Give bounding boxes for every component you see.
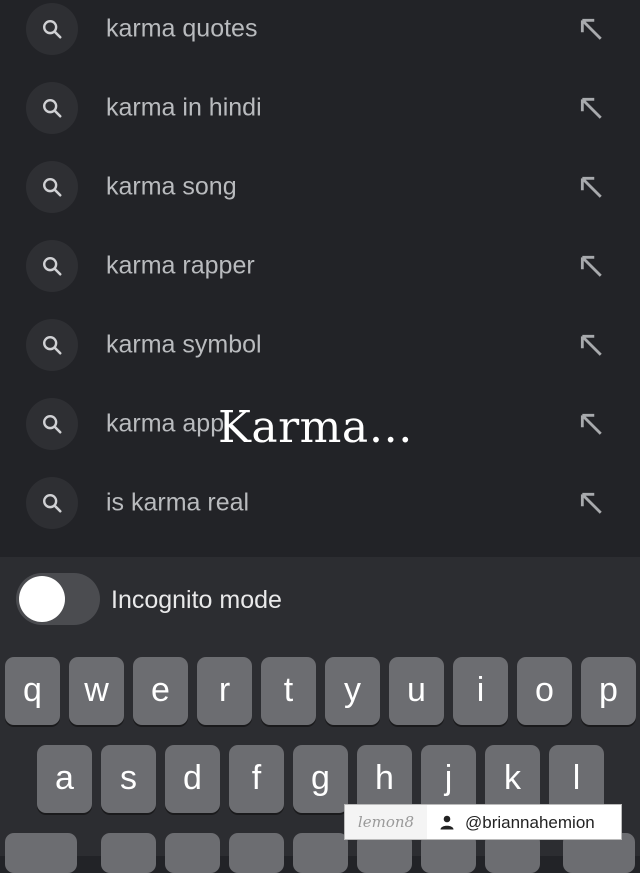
search-icon: [26, 2, 78, 55]
key-l[interactable]: l: [549, 745, 604, 813]
user-icon: [440, 815, 454, 830]
key-i[interactable]: i: [453, 657, 508, 725]
watermark-handle: @briannahemion: [465, 813, 595, 832]
suggestion-text: karma song: [106, 172, 237, 200]
key-e[interactable]: e: [133, 657, 188, 725]
key-v[interactable]: [293, 833, 348, 873]
search-icon: [26, 81, 78, 134]
suggestion-text: karma quotes: [106, 14, 258, 42]
key-x[interactable]: [165, 833, 220, 873]
arrow-up-left-icon[interactable]: [578, 174, 604, 200]
toggle-knob: [19, 576, 65, 622]
suggestion-text: is karma real: [106, 488, 250, 516]
key-h[interactable]: h: [357, 745, 412, 813]
search-icon: [26, 239, 78, 292]
search-icon: [26, 397, 78, 450]
key-w[interactable]: w: [69, 657, 124, 725]
arrow-up-left-icon[interactable]: [578, 95, 604, 121]
incognito-label: Incognito mode: [111, 586, 282, 614]
suggestion-text: karma symbol: [106, 330, 262, 358]
key-g[interactable]: g: [293, 745, 348, 813]
suggestion-row[interactable]: karma quotes: [0, 0, 640, 68]
arrow-up-left-icon[interactable]: [578, 253, 604, 279]
suggestion-text: karma in hindi: [106, 93, 262, 121]
key-a[interactable]: a: [37, 745, 92, 813]
key-j[interactable]: j: [421, 745, 476, 813]
suggestion-row[interactable]: is karma real: [0, 463, 640, 542]
suggestion-text: karma rapper: [106, 251, 255, 279]
key-y[interactable]: y: [325, 657, 380, 725]
arrow-up-left-icon[interactable]: [578, 411, 604, 437]
key-u[interactable]: u: [389, 657, 444, 725]
search-icon: [26, 318, 78, 371]
arrow-up-left-icon[interactable]: [578, 490, 604, 516]
suggestion-row[interactable]: karma symbol: [0, 305, 640, 384]
overlay-caption: Karma…: [218, 402, 414, 453]
key-k[interactable]: k: [485, 745, 540, 813]
suggestion-row[interactable]: karma song: [0, 147, 640, 226]
search-icon: [26, 160, 78, 213]
key-r[interactable]: r: [197, 657, 252, 725]
key-o[interactable]: o: [517, 657, 572, 725]
search-icon: [26, 476, 78, 529]
key-q[interactable]: q: [5, 657, 60, 725]
key-f[interactable]: f: [229, 745, 284, 813]
suggestion-row[interactable]: karma rapper: [0, 226, 640, 305]
key-s[interactable]: s: [101, 745, 156, 813]
arrow-up-left-icon[interactable]: [578, 332, 604, 358]
key-z[interactable]: [101, 833, 156, 873]
shift-key[interactable]: [5, 833, 77, 873]
watermark-badge: lemon8 @briannahemion: [344, 804, 622, 840]
incognito-bar: Incognito mode: [0, 557, 640, 643]
arrow-up-left-icon[interactable]: [578, 16, 604, 42]
suggestion-row[interactable]: karma in hindi: [0, 68, 640, 147]
key-d[interactable]: d: [165, 745, 220, 813]
lemon8-logo: lemon8: [345, 805, 427, 839]
key-c[interactable]: [229, 833, 284, 873]
incognito-toggle[interactable]: [16, 573, 100, 625]
key-t[interactable]: t: [261, 657, 316, 725]
key-p[interactable]: p: [581, 657, 636, 725]
search-suggestions-list: karma quotes karma in hindi karma song k…: [0, 0, 640, 557]
suggestion-text: karma app: [106, 409, 225, 437]
